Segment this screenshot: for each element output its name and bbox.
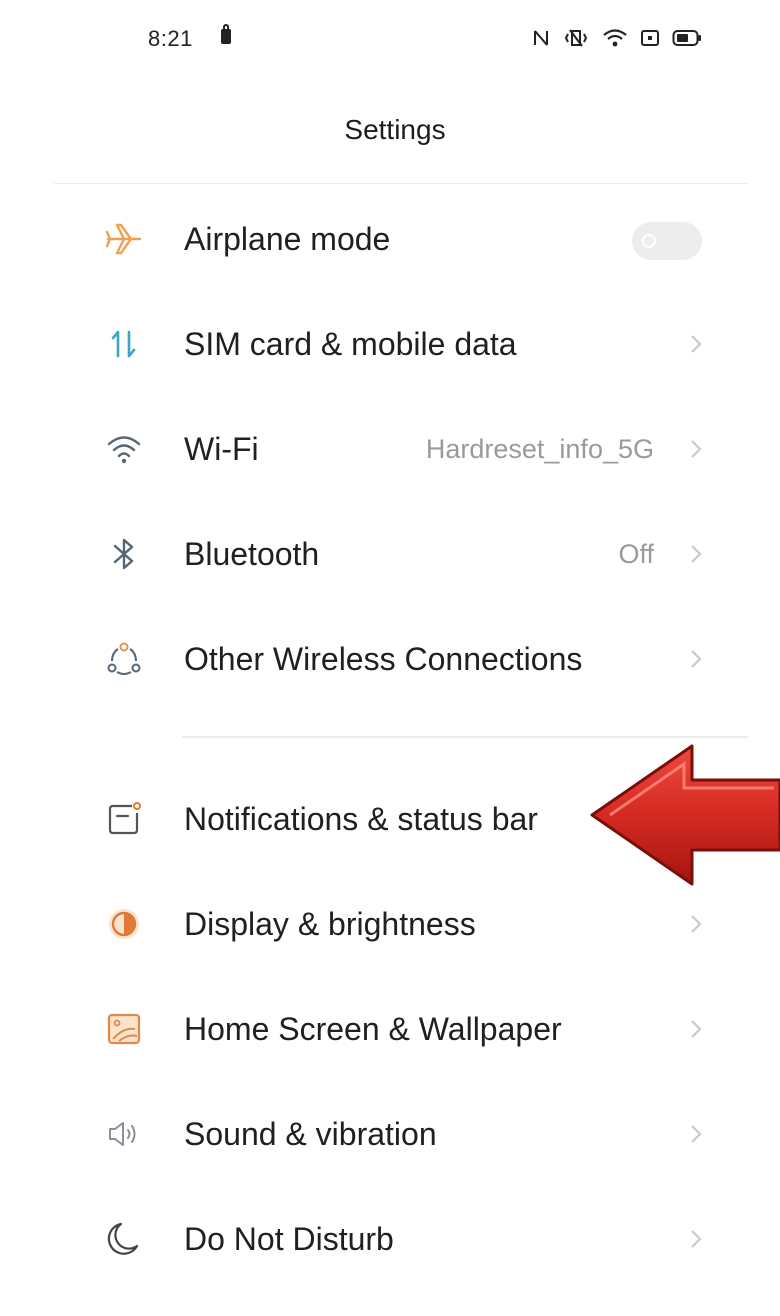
settings-row-label: Notifications & status bar [184,801,538,837]
settings-row-label: Airplane mode [184,221,391,257]
data-arrows-icon [104,324,144,364]
chevron-right-icon [691,650,702,668]
settings-row-airplane-mode[interactable]: Airplane mode [0,187,780,291]
settings-row-label: Home Screen & Wallpaper [184,1011,562,1047]
notification-icon [104,799,144,839]
chevron-right-icon [691,1125,702,1143]
battery-icon [672,30,701,46]
airplane-mode-toggle[interactable] [632,222,702,260]
settings-row-label: Other Wireless Connections [184,641,583,677]
wallpaper-icon [104,1009,144,1049]
chevron-right-icon [691,335,702,353]
settings-row-sim-card[interactable]: SIM card & mobile data [0,292,780,396]
battery-saver-icon [221,24,231,44]
sound-icon [104,1114,144,1154]
moon-icon [104,1219,144,1259]
chevron-right-icon [691,1020,702,1038]
settings-row-wifi[interactable]: Wi-Fi Hardreset_info_5G [0,397,780,501]
vibrate-icon [564,29,588,47]
section-divider [182,736,748,738]
chevron-right-icon [691,440,702,458]
settings-row-home-screen[interactable]: Home Screen & Wallpaper [0,977,780,1081]
airplane-icon [104,219,144,259]
settings-row-do-not-disturb[interactable]: Do Not Disturb [0,1187,780,1291]
settings-row-label: Wi-Fi [184,431,259,467]
wifi-icon [603,29,627,47]
chevron-right-icon [691,1230,702,1248]
settings-row-label: Sound & vibration [184,1116,437,1152]
wifi-icon [104,429,144,469]
status-bar: 8:21 [0,0,780,80]
settings-row-label: Do Not Disturb [184,1221,394,1257]
wifi-network-name: Hardreset_info_5G [425,434,654,464]
settings-row-label: SIM card & mobile data [184,326,517,362]
bluetooth-icon [104,534,144,574]
settings-row-other-wireless[interactable]: Other Wireless Connections [0,607,780,711]
wireless-connections-icon [104,639,144,679]
brightness-icon [104,904,144,944]
header-divider [54,183,748,184]
settings-row-sound[interactable]: Sound & vibration [0,1082,780,1186]
status-time: 8:21 [148,26,193,51]
page-title: Settings [344,114,446,145]
settings-row-label: Bluetooth [184,536,320,572]
toggle-knob [642,234,656,248]
settings-row-label: Display & brightness [184,906,476,942]
settings-row-bluetooth[interactable]: Bluetooth Off [0,502,780,606]
chevron-right-icon [691,545,702,563]
chevron-right-icon [691,915,702,933]
screen-icon [641,30,659,46]
bluetooth-status: Off [618,539,654,569]
status-icons [532,24,702,52]
nfc-icon [534,30,548,46]
red-arrow-annotation [590,744,780,886]
